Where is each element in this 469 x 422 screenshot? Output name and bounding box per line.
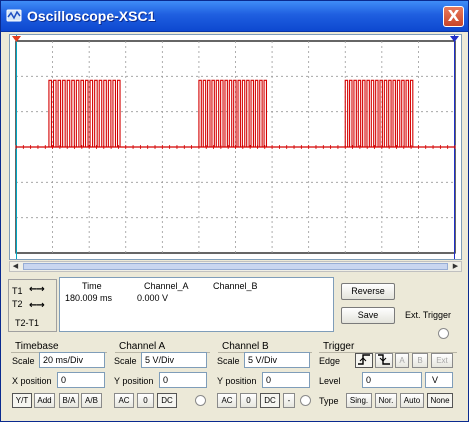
timebase-scale-label: Scale <box>12 356 35 366</box>
channel-b-scale-field[interactable]: 5 V/Div <box>244 352 310 368</box>
trigger-edge-label: Edge <box>319 356 341 366</box>
t2-label: T2 <box>12 299 23 309</box>
channel-a-header: Channel_A <box>144 281 189 291</box>
t2-right-arrow-icon[interactable]: → <box>36 300 44 311</box>
channel-a-radio[interactable] <box>195 395 206 406</box>
trigger-single-button[interactable]: Sing. <box>346 393 372 408</box>
trigger-level-label: Level <box>319 376 341 386</box>
trigger-title: Trigger <box>323 341 355 352</box>
trigger-level-field[interactable]: 0 <box>362 372 422 388</box>
ext-trigger-radio[interactable] <box>438 328 449 339</box>
trigger-type-label: Type <box>319 396 339 406</box>
scroll-right-icon[interactable]: ▶ <box>450 262 461 271</box>
channel-b-y-position-field[interactable]: 0 <box>262 372 310 388</box>
title-bar[interactable]: Oscilloscope-XSC1 X <box>1 1 468 32</box>
save-button[interactable]: Save <box>341 307 395 324</box>
trigger-source-b-button[interactable]: B <box>412 353 428 368</box>
channel-b-y-position-label: Y position <box>217 376 257 386</box>
channel-a-scale-field[interactable]: 5 V/Div <box>141 352 207 368</box>
falling-edge-icon <box>378 354 390 365</box>
channel-b-scale-label: Scale <box>217 356 240 366</box>
reverse-button[interactable]: Reverse <box>341 283 395 300</box>
x-position-field[interactable]: 0 <box>57 372 105 388</box>
t1-right-arrow-icon[interactable]: → <box>36 284 44 295</box>
x-position-label: X position <box>12 376 52 386</box>
t2-arrows[interactable]: ←→ <box>29 300 45 311</box>
close-button[interactable]: X <box>443 6 464 27</box>
mode-ba-button[interactable]: B/A <box>59 393 79 408</box>
waveform-display[interactable] <box>10 35 461 259</box>
channel-b-title: Channel B <box>222 341 269 352</box>
t1-label: T1 <box>12 286 23 296</box>
scroll-left-icon[interactable]: ◀ <box>10 262 21 271</box>
oscilloscope-app-icon <box>6 9 22 22</box>
channel-a-y-position-field[interactable]: 0 <box>159 372 207 388</box>
t1-arrows[interactable]: ←→ <box>29 284 45 295</box>
cursor-controls: T1 ←→ T2 ←→ T2-T1 <box>8 279 57 332</box>
trigger-normal-button[interactable]: Nor. <box>375 393 397 408</box>
ext-trigger-label: Ext. Trigger <box>405 310 452 320</box>
mode-add-button[interactable]: Add <box>34 393 55 408</box>
window-title: Oscilloscope-XSC1 <box>27 8 156 24</box>
rising-edge-button[interactable] <box>355 353 373 368</box>
channel-b-header: Channel_B <box>213 281 258 291</box>
trigger-level-unit-field[interactable]: V <box>425 372 453 388</box>
trigger-auto-button[interactable]: Auto <box>400 393 424 408</box>
oscilloscope-window: Oscilloscope-XSC1 X ◀ ▶ T1 ←→ T2 ←→ T2-T… <box>0 0 469 422</box>
t1-channel-a-value: 0.000 V <box>137 293 169 303</box>
t2-t1-label: T2-T1 <box>15 318 40 328</box>
timebase-title: Timebase <box>15 341 59 352</box>
measurement-readout: Time Channel_A Channel_B 180.009 ms 0.00… <box>59 277 334 332</box>
channel-b-zero-button[interactable]: 0 <box>240 393 257 408</box>
channel-a-y-position-label: Y position <box>114 376 154 386</box>
channel-b-dc-button[interactable]: DC <box>260 393 280 408</box>
time-header: Time <box>82 281 102 291</box>
trigger-source-ext-button[interactable]: Ext <box>431 353 453 368</box>
rising-edge-icon <box>358 354 370 365</box>
t1-time-value: 180.009 ms <box>65 293 113 303</box>
channel-a-title: Channel A <box>119 341 166 352</box>
channel-a-ac-button[interactable]: AC <box>114 393 134 408</box>
channel-a-dc-button[interactable]: DC <box>157 393 177 408</box>
scroll-thumb[interactable] <box>23 263 448 270</box>
falling-edge-button[interactable] <box>375 353 393 368</box>
channel-b-radio[interactable] <box>300 395 311 406</box>
trigger-none-button[interactable]: None <box>427 393 453 408</box>
channel-b-invert-button[interactable]: - <box>283 393 295 408</box>
mode-ab-button[interactable]: A/B <box>81 393 102 408</box>
channel-b-ac-button[interactable]: AC <box>217 393 237 408</box>
oscilloscope-screen[interactable] <box>9 34 462 260</box>
horizontal-scrollbar[interactable]: ◀ ▶ <box>9 261 462 272</box>
mode-yt-button[interactable]: Y/T <box>12 393 32 408</box>
channel-a-scale-label: Scale <box>114 356 137 366</box>
channel-a-zero-button[interactable]: 0 <box>137 393 154 408</box>
trigger-source-a-button[interactable]: A <box>395 353 409 368</box>
timebase-scale-field[interactable]: 20 ms/Div <box>39 352 105 368</box>
